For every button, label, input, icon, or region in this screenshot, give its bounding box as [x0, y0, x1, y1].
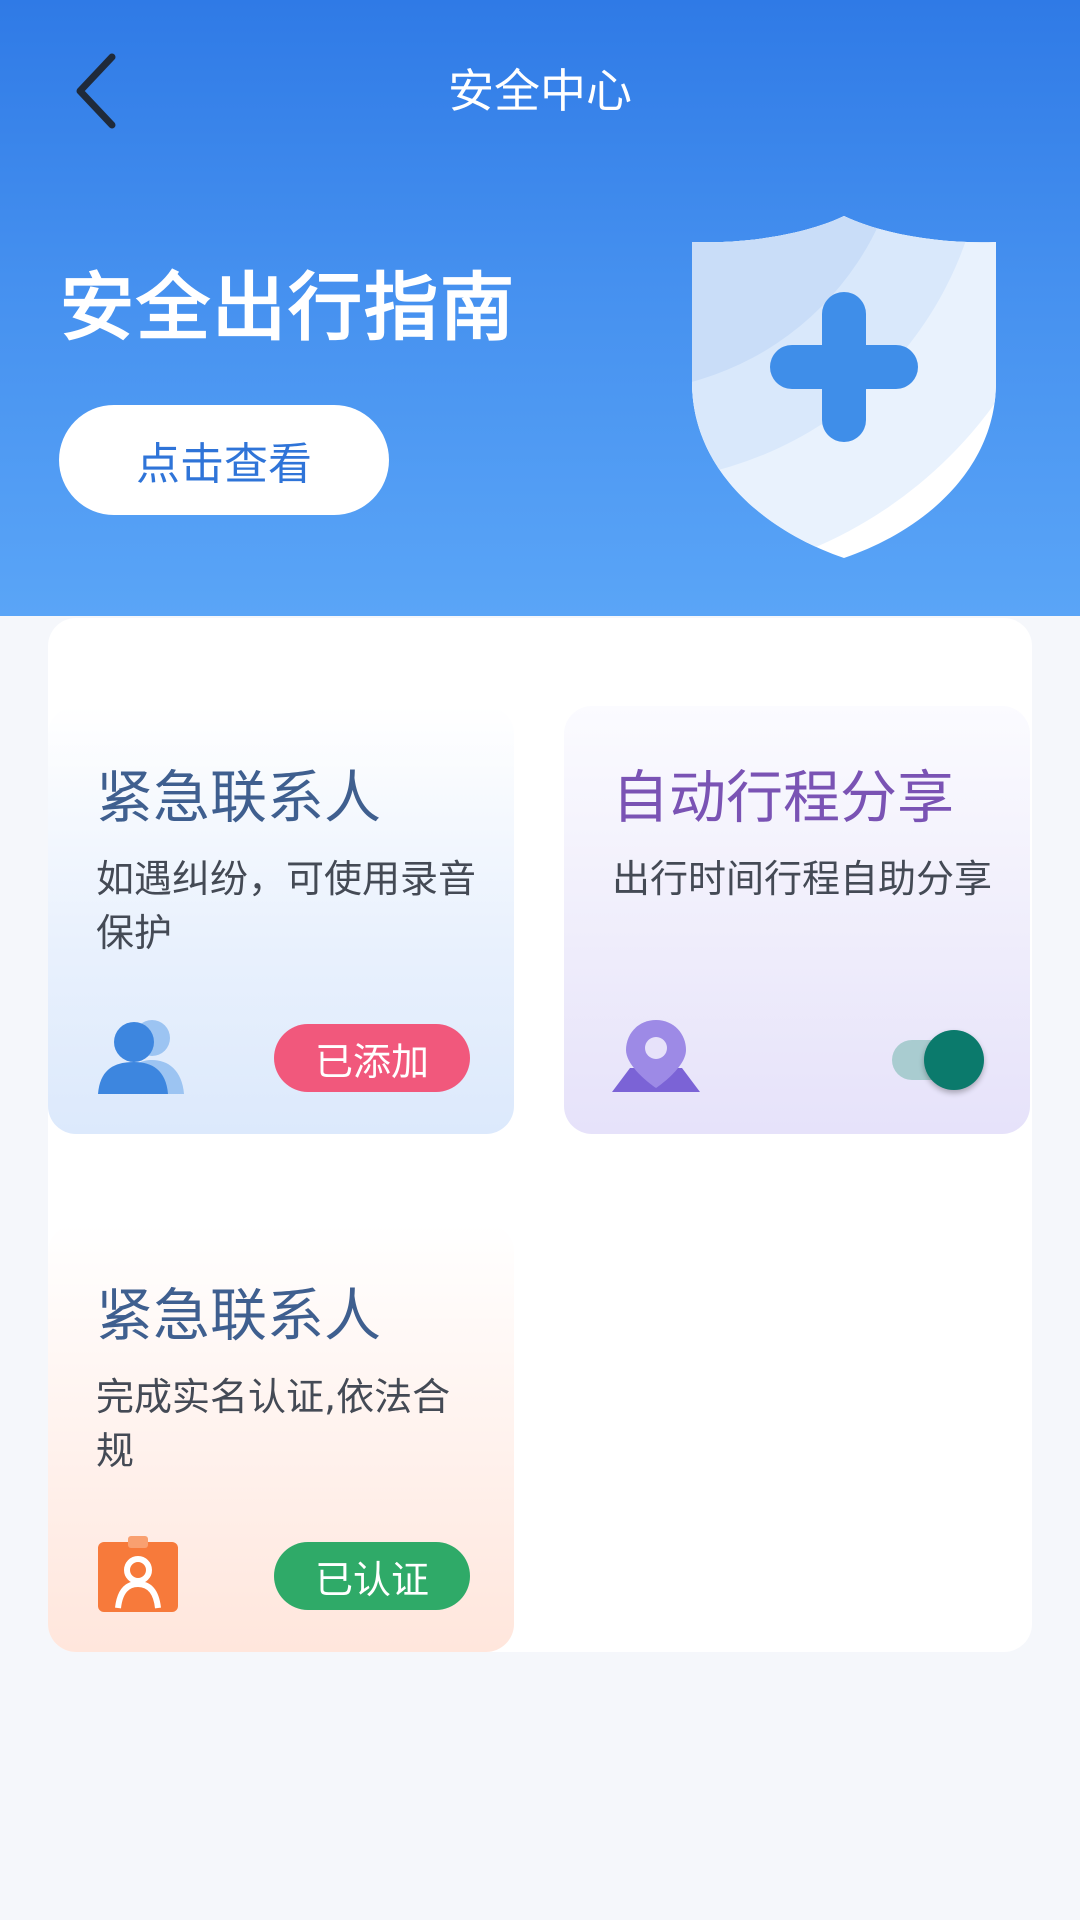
emergency-contact-card[interactable]: 紧急联系人 如遇纠纷，可使用录音保护 已添加 — [48, 706, 514, 1134]
auto-trip-share-card[interactable]: 自动行程分享 出行时间行程自助分享 — [564, 706, 1030, 1134]
real-name-verification-card[interactable]: 紧急联系人 完成实名认证,依法合规 已认证 — [48, 1224, 514, 1652]
trip-share-toggle[interactable] — [876, 1022, 986, 1096]
view-guide-button[interactable]: 点击查看 — [59, 405, 389, 515]
id-badge-icon — [98, 1536, 178, 1612]
card-title: 自动行程分享 — [612, 765, 954, 831]
toggle-thumb — [924, 1030, 984, 1090]
card-description: 如遇纠纷，可使用录音保护 — [96, 857, 477, 955]
safety-center-screen: 安全中心 安全出行指南 点击查看 紧急联系人 如遇纠纷，可使用录音保护 已添加 … — [0, 0, 1080, 1920]
card-description: 出行时间行程自助分享 — [612, 857, 993, 901]
location-pin-icon — [612, 1020, 700, 1092]
card-description: 完成实名认证,依法合规 — [96, 1375, 451, 1473]
added-badge: 已添加 — [274, 1024, 470, 1092]
header-banner: 安全中心 安全出行指南 点击查看 — [0, 0, 1080, 616]
card-title: 紧急联系人 — [96, 1283, 381, 1349]
card-title: 紧急联系人 — [96, 765, 381, 831]
guide-title: 安全出行指南 — [60, 265, 516, 351]
shield-plus-icon — [692, 216, 996, 558]
verified-badge: 已认证 — [274, 1542, 470, 1610]
page-title: 安全中心 — [448, 64, 632, 118]
contacts-icon — [98, 1020, 184, 1094]
